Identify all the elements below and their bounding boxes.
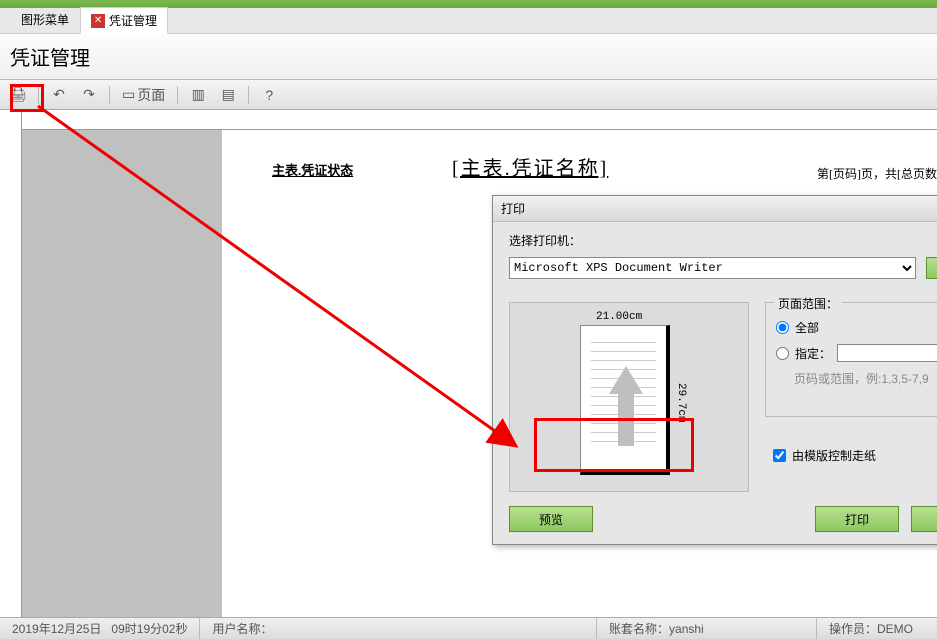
- page-setup-button[interactable]: ▭页面: [118, 84, 169, 106]
- redo-button[interactable]: ↷: [77, 84, 101, 106]
- print-button[interactable]: 🖨: [6, 84, 30, 106]
- tab-label: 图形菜单: [21, 11, 69, 28]
- print-button[interactable]: 打印: [815, 506, 899, 532]
- dialog-buttons: 预览 打印 取消: [509, 506, 937, 532]
- page-gutter: [22, 130, 222, 617]
- dialog-titlebar[interactable]: 打印 ✕: [493, 196, 937, 222]
- separator: [109, 86, 110, 104]
- layout-button-1[interactable]: ▥: [186, 84, 210, 106]
- printer-select[interactable]: Microsoft XPS Document Writer: [509, 257, 916, 279]
- toolbar: 🖨 ↶ ↷ ▭页面 ▥ ▤ ?: [0, 80, 937, 110]
- tab-voucher-mgmt[interactable]: ✕ 凭证管理: [80, 7, 168, 34]
- undo-button[interactable]: ↶: [47, 84, 71, 106]
- range-all-label: 全部: [795, 319, 819, 336]
- range-specify-radio[interactable]: [776, 347, 789, 360]
- paper-width: 21.00cm: [596, 311, 642, 323]
- ruler-vertical: [0, 110, 22, 617]
- status-date: 2019年12月25日 09时19分02秒: [0, 618, 200, 639]
- template-label: 由模版控制走纸: [792, 447, 876, 464]
- voucher-title: [主表.凭证名称]: [452, 152, 608, 181]
- preview-button[interactable]: 预览: [509, 506, 593, 532]
- page-title: 凭证管理: [10, 42, 90, 71]
- voucher-status: 主表.凭证状态: [272, 160, 353, 179]
- page-range-group: 页面范围： 全部 指定： 页码或范围，例:1,3,5-7,9: [765, 302, 937, 417]
- help-button[interactable]: ?: [257, 84, 281, 106]
- range-input[interactable]: [837, 344, 937, 362]
- page-label: 页面: [137, 85, 165, 105]
- close-icon[interactable]: ✕: [91, 14, 105, 28]
- properties-button[interactable]: 属性(P)..: [926, 257, 937, 279]
- tab-label: 凭证管理: [109, 12, 157, 29]
- status-bar: 2019年12月25日 09时19分02秒 用户名称： 账套名称：yanshi …: [0, 617, 937, 639]
- dialog-title: 打印: [501, 200, 525, 217]
- document-page: 主表.凭证状态 [主表.凭证名称] 第[页码]页，共[总页数 [主表.备注 [主…: [222, 130, 937, 617]
- separator: [38, 86, 39, 104]
- range-legend: 页面范围：: [774, 295, 842, 312]
- paper-height: 29.7cm: [675, 383, 687, 423]
- range-all-radio[interactable]: [776, 321, 789, 334]
- ruler-horizontal: [22, 110, 937, 130]
- tab-bar: 图形菜单 ✕ 凭证管理: [0, 8, 937, 34]
- layout-button-2[interactable]: ▤: [216, 84, 240, 106]
- status-user: 用户名称：: [200, 618, 597, 639]
- status-operator: 操作员：DEMO: [817, 618, 937, 639]
- separator: [177, 86, 178, 104]
- paper-preview: 21.00cm 29.7cm: [509, 302, 749, 492]
- range-specify-label: 指定：: [795, 345, 831, 362]
- page-info: 第[页码]页，共[总页数: [817, 165, 937, 182]
- dialog-body: 选择打印机： Microsoft XPS Document Writer 属性(…: [493, 222, 937, 544]
- paper-icon: [580, 325, 670, 475]
- template-control-check[interactable]: 由模版控制走纸: [773, 447, 876, 464]
- up-arrow-icon: [609, 366, 643, 446]
- tab-graphics-menu[interactable]: 图形菜单: [10, 6, 80, 33]
- printer-label: 选择打印机：: [509, 232, 937, 249]
- cancel-button[interactable]: 取消: [911, 506, 937, 532]
- range-hint: 页码或范围，例:1,3,5-7,9: [794, 370, 937, 387]
- status-account: 账套名称：yanshi: [597, 618, 817, 639]
- content-area: 主表.凭证状态 [主表.凭证名称] 第[页码]页，共[总页数 [主表.备注 [主…: [0, 110, 937, 617]
- print-dialog: 打印 ✕ 选择打印机： Microsoft XPS Document Write…: [492, 195, 937, 545]
- separator: [248, 86, 249, 104]
- template-checkbox[interactable]: [773, 449, 786, 462]
- page-header: 凭证管理: [0, 34, 937, 80]
